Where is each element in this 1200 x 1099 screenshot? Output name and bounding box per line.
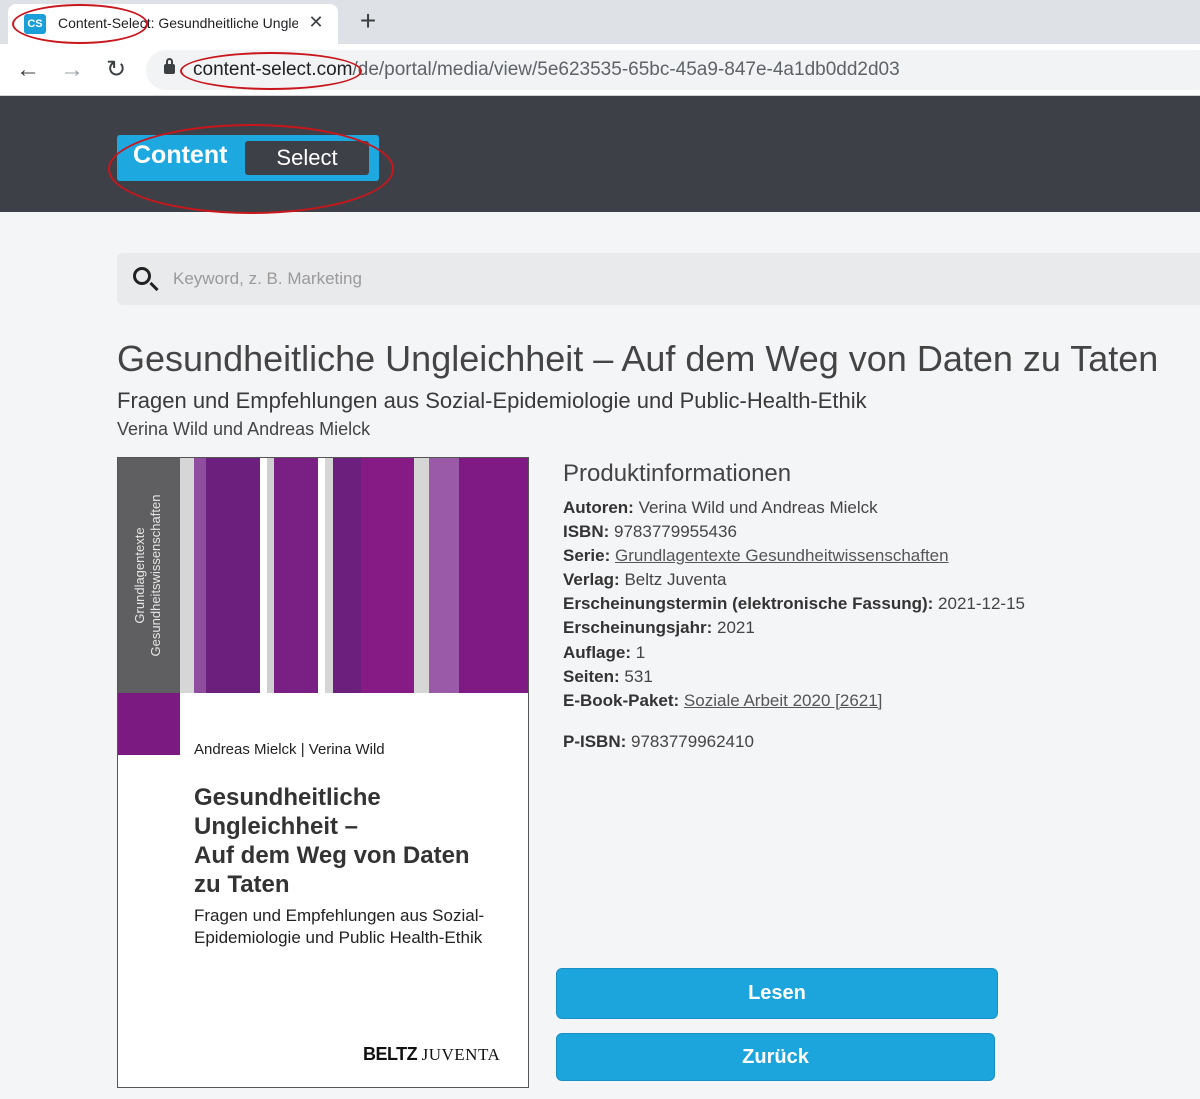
info-label: ISBN: [563, 522, 610, 542]
address-bar[interactable]: content-select.com/de/portal/media/view/… [146, 50, 1200, 90]
info-row-pisbn: P-ISBN: 9783779962410 [563, 732, 754, 752]
url-path: /de/portal/media/view/5e623535-65bc-45a9… [352, 59, 900, 80]
publisher-juventa: JUVENTA [421, 1045, 501, 1064]
info-value: 2021-12-15 [938, 594, 1026, 614]
info-label: Erscheinungsjahr: [563, 618, 713, 638]
cover-stripe [333, 458, 361, 693]
page-title: Gesundheitliche Ungleichheit – Auf dem W… [117, 338, 1159, 379]
browser-tab-strip: CS Content-Select: Gesundheitliche Ungle… [0, 0, 1200, 44]
info-label: Seiten: [563, 666, 620, 686]
cover-series-text: Grundlagentexte Gesundheitswissenschafte… [118, 458, 180, 693]
cover-stripe [361, 458, 414, 693]
search-icon[interactable] [133, 267, 151, 285]
url-text[interactable]: content-select.com/de/portal/media/view/… [193, 59, 900, 81]
info-label: Verlag: [563, 570, 620, 590]
info-row-pages: Seiten: 531 [563, 666, 1183, 690]
site-favicon-icon: CS [24, 14, 46, 34]
back-button[interactable]: Zurück [556, 1033, 995, 1081]
info-row-isbn: ISBN: 9783779955436 [563, 521, 1183, 545]
info-row-edition: Auflage: 1 [563, 642, 1183, 666]
lock-icon [164, 58, 175, 74]
page-subtitle: Fragen und Empfehlungen aus Sozial-Epide… [117, 388, 867, 413]
info-value: 2021 [717, 618, 755, 638]
info-value: Beltz Juventa [624, 570, 727, 590]
info-value: 9783779962410 [631, 732, 754, 751]
back-arrow-icon[interactable]: ← [12, 54, 44, 86]
cover-stripe [180, 458, 194, 693]
ebook-package-link[interactable]: Soziale Arbeit 2020 [2621] [684, 691, 882, 710]
cover-series-line1: Grundlagentexte [132, 527, 147, 624]
read-button[interactable]: Lesen [556, 968, 998, 1019]
info-label: P-ISBN: [563, 732, 627, 751]
search-bar [117, 253, 1200, 305]
info-row-authors: Autoren: Verina Wild und Andreas Mielck [563, 497, 1183, 521]
cover-stripe [206, 458, 260, 693]
cover-publisher-logo: BELTZ JUVENTA [363, 1044, 500, 1065]
browser-tab[interactable]: CS Content-Select: Gesundheitliche Ungle… [8, 4, 338, 44]
tab-title: Content-Select: Gesundheitliche Ungleich… [58, 15, 298, 31]
cover-stripe [274, 458, 318, 693]
cover-subtitle: Fragen und Empfehlungen aus Sozial- Epid… [194, 906, 485, 947]
info-label: Erscheinungstermin (elektronische Fassun… [563, 594, 934, 614]
cover-stripe [429, 458, 459, 693]
cover-stripe [325, 458, 333, 693]
cover-stripe [459, 458, 528, 693]
info-value: 531 [624, 666, 653, 686]
url-host: content-select.com [193, 59, 353, 80]
book-cover-image: Grundlagentexte Gesundheitswissenschafte… [117, 457, 529, 1088]
product-info-list: Autoren: Verina Wild und Andreas Mielck … [563, 497, 1183, 714]
close-icon[interactable]: ✕ [304, 10, 328, 34]
info-row-year: Erscheinungsjahr: 2021 [563, 617, 1183, 641]
info-label: E-Book-Paket: [563, 690, 680, 710]
cover-purple-block [118, 693, 180, 755]
browser-toolbar: ← → ↻ content-select.com/de/portal/media… [0, 44, 1200, 96]
cover-title: Gesundheitliche Ungleichheit – Auf dem W… [194, 784, 470, 898]
cover-series-line2: Gesundheitswissenschaften [148, 494, 163, 657]
book-authors: Verina Wild und Andreas Mielck [117, 419, 371, 439]
info-value: Verina Wild und Andreas Mielck [638, 498, 878, 517]
product-info-heading: Produktinformationen [563, 460, 792, 487]
site-header: Content Select [0, 96, 1200, 212]
search-input[interactable] [173, 265, 1073, 293]
series-link[interactable]: Grundlagentexte Gesundheitwissenschaften [615, 546, 949, 565]
info-label: Serie: [563, 546, 611, 566]
info-row-series: Serie: Grundlagentexte Gesundheitwissens… [563, 545, 1183, 569]
cover-stripe [260, 458, 267, 693]
info-row-ebook-package: E-Book-Paket: Soziale Arbeit 2020 [2621] [563, 690, 1183, 714]
info-label: Auflage: [563, 642, 631, 662]
new-tab-plus-icon[interactable]: + [352, 6, 384, 38]
info-value: 1 [635, 642, 646, 662]
forward-arrow-icon[interactable]: → [56, 54, 88, 86]
info-value: 9783779955436 [614, 522, 737, 542]
cover-stripe [194, 458, 206, 693]
info-row-release-date: Erscheinungstermin (elektronische Fassun… [563, 593, 1183, 617]
cover-stripe [414, 458, 429, 693]
info-row-publisher: Verlag: Beltz Juventa [563, 569, 1183, 593]
info-label: Autoren: [563, 498, 634, 517]
reload-icon[interactable]: ↻ [100, 54, 132, 86]
cover-stripe [267, 458, 274, 693]
content-select-logo[interactable]: Content Select [117, 135, 379, 181]
cover-stripe [318, 458, 325, 693]
logo-content-text: Content [133, 141, 228, 169]
logo-select-text: Select [245, 141, 369, 175]
cover-authors: Andreas Mielck | Verina Wild [194, 741, 385, 758]
publisher-beltz: BELTZ [363, 1044, 418, 1064]
